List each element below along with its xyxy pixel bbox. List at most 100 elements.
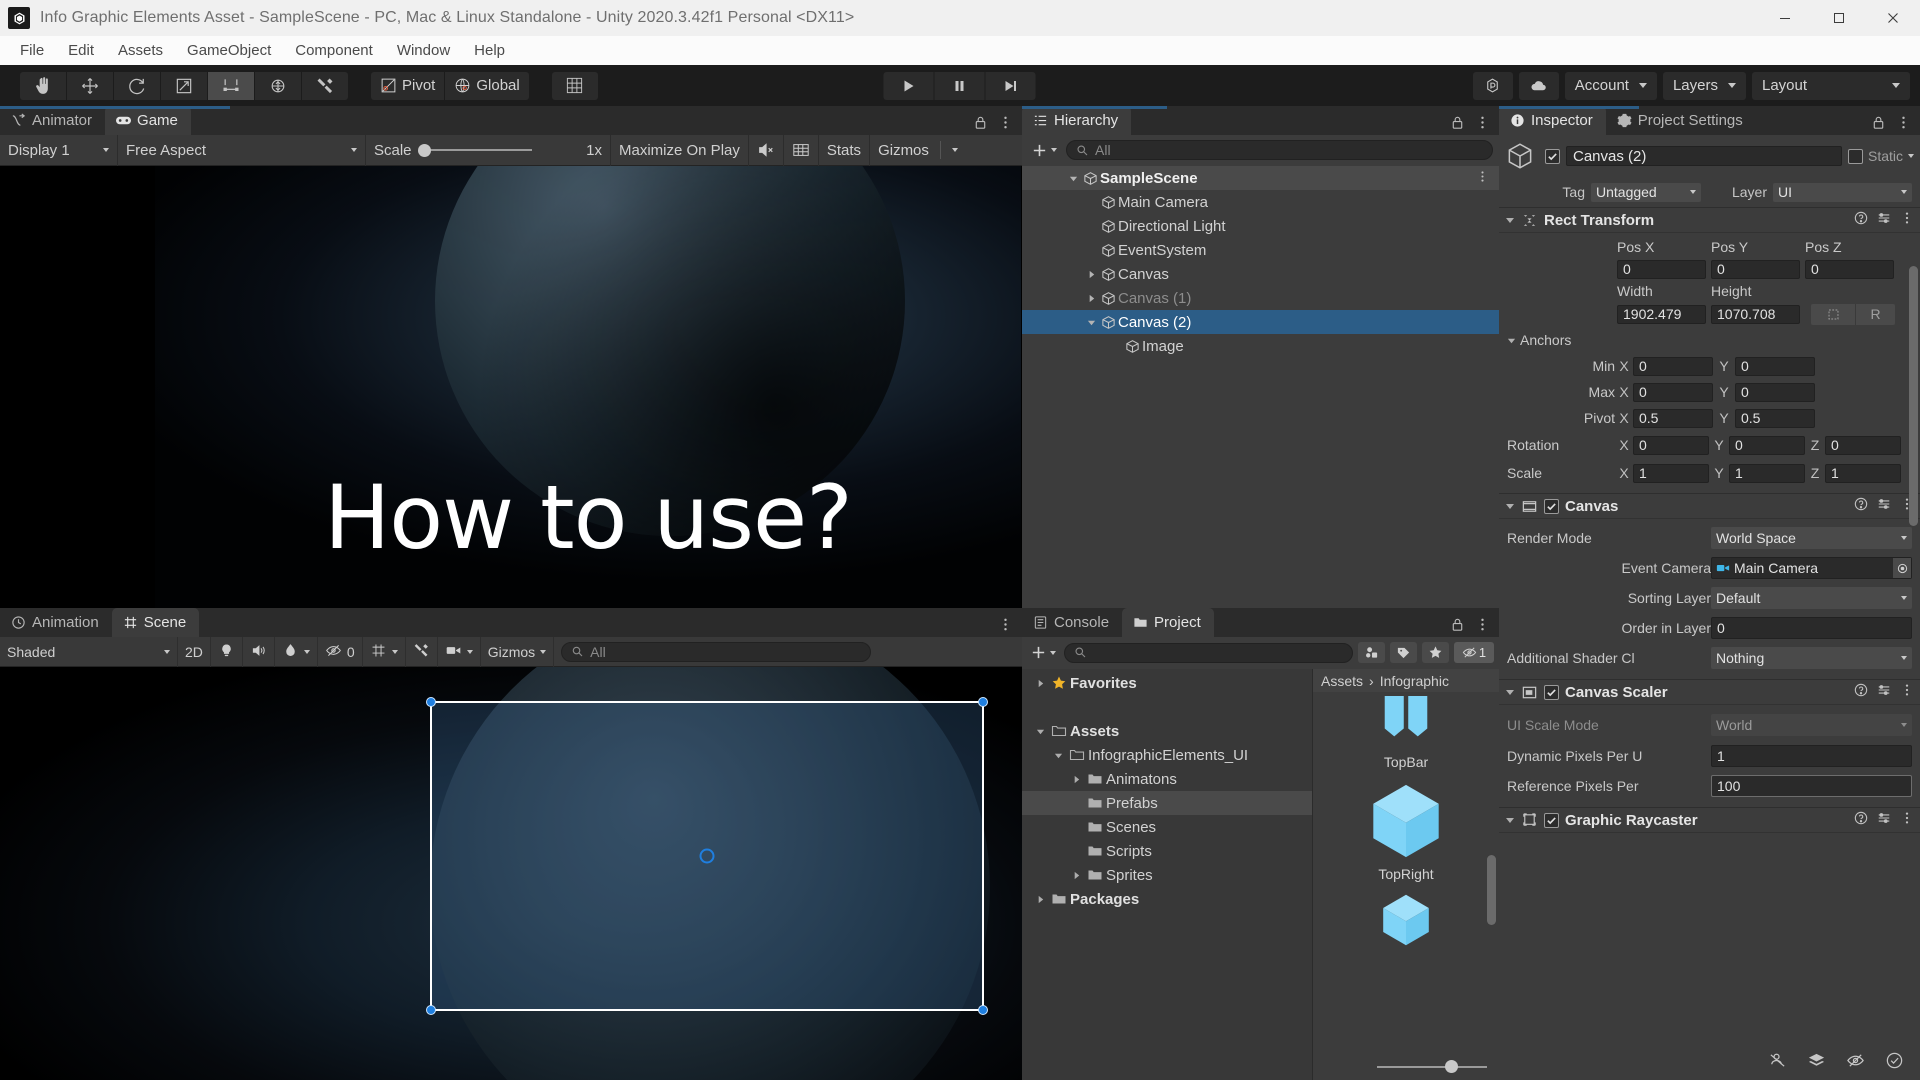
anchor-max-y-input[interactable]: 0 [1735, 382, 1815, 402]
anchor-max-x-input[interactable]: 0 [1633, 382, 1713, 402]
height-input[interactable]: 1070.708 [1711, 304, 1800, 324]
rot-z-input[interactable]: 0 [1825, 435, 1901, 455]
layer-dropdown[interactable]: UI [1773, 182, 1912, 202]
collapse-arrow-icon[interactable] [1505, 501, 1515, 511]
object-picker-icon[interactable] [1893, 558, 1911, 578]
component-header-canvas-scaler[interactable]: Canvas Scaler [1499, 679, 1920, 705]
preset-icon[interactable] [1877, 497, 1891, 515]
collapse-arrow-icon[interactable] [1505, 215, 1515, 225]
expand-arrow-icon[interactable] [1068, 775, 1084, 784]
static-checkbox[interactable] [1847, 148, 1863, 164]
expand-arrow-icon[interactable] [1050, 751, 1066, 760]
kebab-menu-icon[interactable] [1476, 170, 1489, 187]
pause-button[interactable] [934, 71, 985, 100]
menu-edit[interactable]: Edit [56, 39, 106, 62]
expand-arrow-icon[interactable] [1066, 174, 1080, 183]
hierarchy-item-image[interactable]: Image [1022, 334, 1499, 358]
scene-audio-button[interactable] [243, 636, 275, 667]
scale-slider-knob[interactable] [417, 143, 431, 157]
collapse-arrow-icon[interactable] [1505, 815, 1515, 825]
layers-dropdown[interactable]: Layers [1662, 71, 1746, 100]
gizmos-dropdown[interactable]: Gizmos [870, 135, 966, 166]
tab-scene[interactable]: Scene [111, 608, 200, 637]
scale-y-input[interactable]: 1 [1729, 463, 1805, 483]
filter-by-label-icon[interactable] [1390, 642, 1417, 663]
display-dropdown[interactable]: Display 1 [0, 134, 118, 166]
pivot-handle[interactable] [699, 848, 715, 864]
project-tree-sprites[interactable]: Sprites [1022, 863, 1312, 887]
hierarchy-item-eventsystem[interactable]: EventSystem [1022, 238, 1499, 262]
asset-grid-scrollbar[interactable] [1487, 695, 1496, 965]
tag-dropdown[interactable]: Untagged [1591, 182, 1701, 202]
layout-dropdown[interactable]: Layout [1752, 71, 1910, 100]
2d-toggle-button[interactable]: 2D [178, 636, 211, 667]
expand-arrow-icon[interactable] [1032, 895, 1048, 904]
rotate-tool-button[interactable] [114, 71, 160, 100]
asset-item-partial[interactable] [1313, 890, 1499, 950]
project-tree-animatons[interactable]: Animatons [1022, 767, 1312, 791]
rect-tool-button[interactable] [208, 71, 254, 100]
menu-assets[interactable]: Assets [106, 39, 175, 62]
lock-icon[interactable] [1450, 617, 1465, 637]
scale-x-input[interactable]: 1 [1633, 463, 1709, 483]
hierarchy-item-canvas-1[interactable]: Canvas (1) [1022, 286, 1499, 310]
rot-y-input[interactable]: 0 [1729, 435, 1805, 455]
scale-tool-button[interactable] [161, 71, 207, 100]
custom-tool-button[interactable] [302, 71, 348, 100]
breadcrumb-assets[interactable]: Assets [1321, 673, 1363, 689]
rect-handle-top-right[interactable] [978, 697, 988, 707]
menu-window[interactable]: Window [385, 39, 462, 62]
kebab-menu-icon[interactable] [1475, 115, 1490, 135]
hierarchy-search-input[interactable]: All [1066, 140, 1493, 160]
add-gameobject-button[interactable] [1028, 142, 1060, 159]
scene-view-render-area[interactable] [0, 667, 1022, 1080]
hidden-assets-toggle[interactable]: 1 [1454, 642, 1494, 663]
collab-icon[interactable] [1472, 71, 1513, 100]
canvas-scaler-enabled-checkbox[interactable] [1544, 684, 1559, 700]
scale-slider[interactable] [417, 143, 534, 157]
dynamic-ppu-input[interactable]: 1 [1711, 745, 1912, 767]
global-toggle-button[interactable]: Global [445, 71, 529, 100]
scale-z-input[interactable]: 1 [1825, 463, 1901, 483]
menu-gameobject[interactable]: GameObject [175, 39, 283, 62]
visibility-off-icon[interactable] [1846, 1051, 1865, 1075]
maximize-on-play-button[interactable]: Maximize On Play [611, 134, 749, 166]
blueprint-mode-button[interactable] [1811, 303, 1855, 325]
cloud-icon[interactable] [1518, 71, 1559, 100]
move-tool-button[interactable] [67, 71, 113, 100]
kebab-menu-icon[interactable] [998, 617, 1013, 637]
project-search-input[interactable] [1064, 642, 1353, 663]
tab-project-settings[interactable]: Project Settings [1606, 106, 1756, 135]
help-icon[interactable] [1854, 811, 1868, 829]
hierarchy-tree[interactable]: SampleScene Main Camera Directional Ligh… [1022, 166, 1499, 608]
expand-arrow-icon[interactable] [1084, 318, 1098, 327]
pos-x-input[interactable]: 0 [1617, 259, 1706, 279]
zoom-slider-knob[interactable] [1445, 1060, 1458, 1073]
anchor-min-y-input[interactable]: 0 [1735, 356, 1815, 376]
selected-canvas-rect-gizmo[interactable] [426, 697, 988, 1015]
rot-x-input[interactable]: 0 [1633, 435, 1709, 455]
project-tree-assets[interactable]: Assets [1022, 719, 1312, 743]
tab-project[interactable]: Project [1122, 608, 1214, 637]
hierarchy-item-canvas-2[interactable]: Canvas (2) [1022, 310, 1499, 334]
collapse-arrow-icon[interactable] [1505, 687, 1515, 697]
close-button[interactable] [1866, 0, 1920, 36]
expand-arrow-icon[interactable] [1032, 679, 1048, 688]
game-view-render-area[interactable]: How to use? [0, 166, 1022, 608]
check-circle-icon[interactable] [1885, 1051, 1904, 1075]
no-collab-icon[interactable] [1768, 1051, 1787, 1075]
kebab-menu-icon[interactable] [1896, 115, 1911, 135]
asset-item-topright[interactable]: TopRight [1313, 778, 1499, 882]
pivot-x-input[interactable]: 0.5 [1633, 408, 1713, 428]
chevron-down-icon[interactable] [1908, 154, 1914, 158]
stats-button[interactable]: Stats [819, 134, 871, 166]
hierarchy-item-canvas[interactable]: Canvas [1022, 262, 1499, 286]
sorting-layer-dropdown[interactable]: Default [1711, 587, 1912, 609]
preset-icon[interactable] [1877, 683, 1891, 701]
gameobject-name-input[interactable]: Canvas (2) [1566, 146, 1842, 166]
project-tree-scenes[interactable]: Scenes [1022, 815, 1312, 839]
account-dropdown[interactable]: Account [1564, 71, 1657, 100]
tab-console[interactable]: Console [1022, 608, 1122, 637]
anchor-min-x-input[interactable]: 0 [1633, 356, 1713, 376]
raw-edit-button[interactable]: R [1855, 303, 1895, 325]
